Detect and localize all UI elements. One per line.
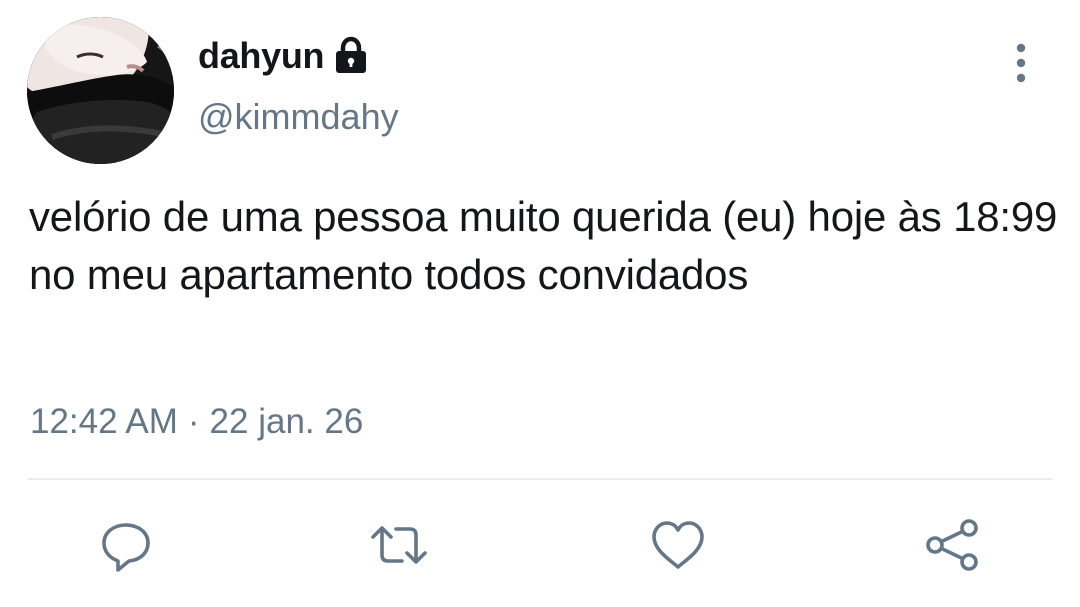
name-row: dahyun	[198, 33, 370, 79]
tweet-date: 22 jan. 26	[209, 402, 364, 441]
user-handle[interactable]: @kimmdahy	[198, 96, 399, 138]
reply-button[interactable]	[96, 515, 156, 575]
timestamp-separator: ·	[187, 402, 200, 441]
profile-photo-icon	[27, 17, 174, 164]
heart-icon	[652, 521, 704, 569]
retweet-button[interactable]	[369, 515, 429, 575]
display-name[interactable]: dahyun	[198, 35, 325, 77]
tweet-text: velório de uma pessoa muito querida (eu)…	[29, 193, 1058, 298]
reply-icon	[102, 523, 150, 572]
retweet-icon	[371, 526, 427, 564]
share-button[interactable]	[922, 515, 982, 575]
lock-icon	[332, 36, 370, 76]
more-vertical-icon	[1016, 43, 1026, 83]
more-options-button[interactable]	[1004, 40, 1038, 86]
like-button[interactable]	[648, 515, 708, 575]
tweet-card: dahyun @kimmdahy velório de uma pessoa m…	[0, 0, 1080, 607]
avatar[interactable]	[27, 17, 174, 164]
tweet-time: 12:42 AM	[30, 402, 178, 441]
tweet-timestamp[interactable]: 12:42 AM · 22 jan. 26	[30, 402, 363, 442]
share-icon	[926, 519, 978, 571]
divider	[28, 478, 1052, 480]
